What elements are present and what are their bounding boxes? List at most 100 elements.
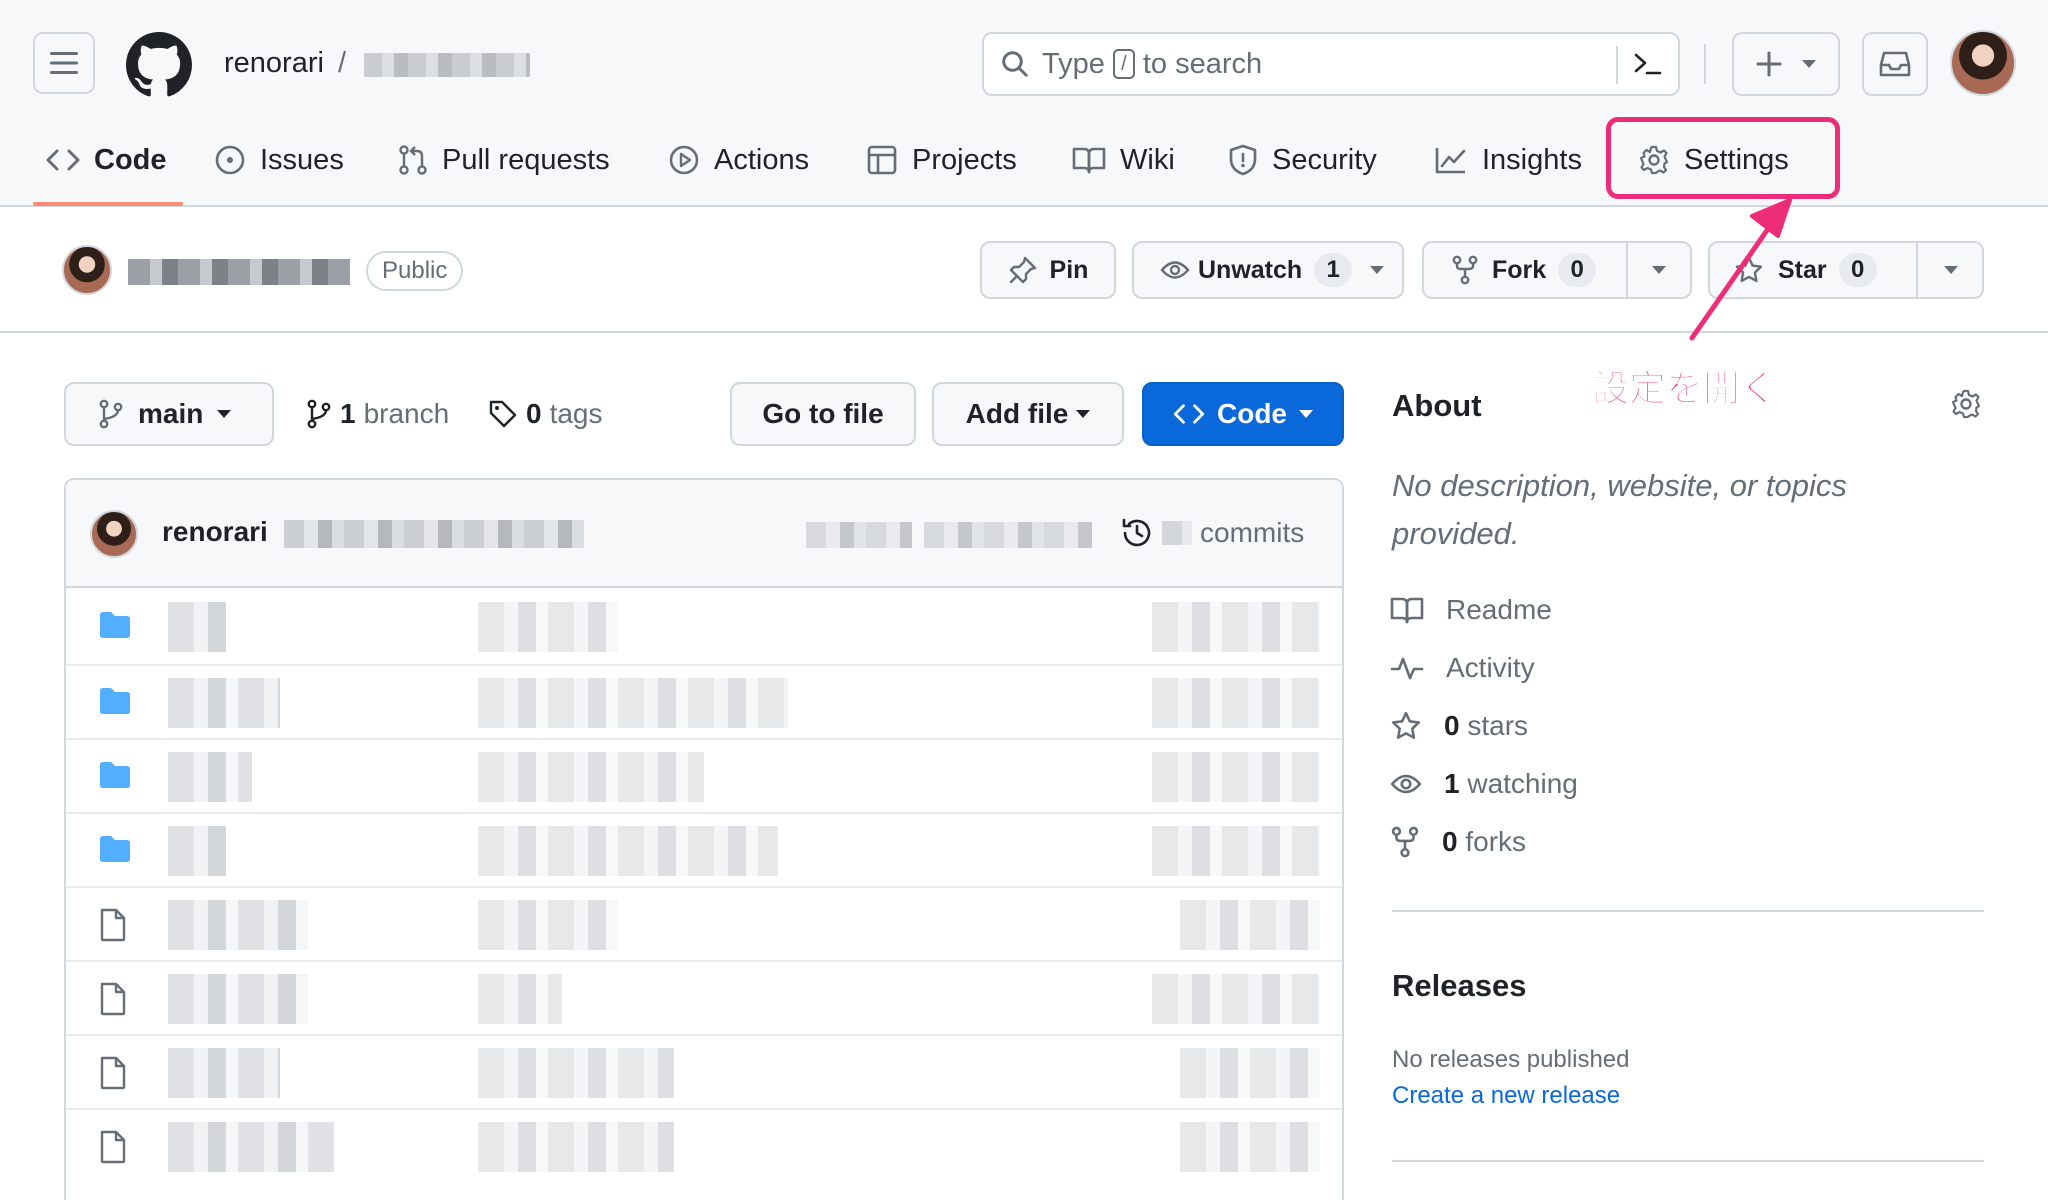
graph-icon xyxy=(1435,148,1466,174)
file-commit-message-redacted[interactable] xyxy=(478,900,618,950)
star-counter: 0 xyxy=(1838,253,1877,287)
file-date-redacted xyxy=(1152,752,1320,802)
file-commit-message-redacted[interactable] xyxy=(478,974,562,1024)
star-button[interactable]: Star 0 xyxy=(1708,241,1984,299)
code-icon xyxy=(46,149,80,171)
file-name-redacted[interactable] xyxy=(168,1122,334,1172)
user-avatar[interactable] xyxy=(1950,30,2016,96)
code-button-label: Code xyxy=(1217,398,1287,429)
folder-row[interactable] xyxy=(66,738,1342,812)
activity-link[interactable]: Activity xyxy=(1390,652,1535,684)
tab-issues-label: Issues xyxy=(260,143,344,176)
star-split-divider xyxy=(1916,243,1918,297)
caret-down-icon[interactable] xyxy=(1944,265,1958,275)
repo-owner-avatar[interactable] xyxy=(62,245,112,295)
readme-link[interactable]: Readme xyxy=(1390,594,1552,626)
search-divider xyxy=(1616,46,1618,84)
menu-button[interactable] xyxy=(33,32,95,94)
search-input[interactable]: Type / to search xyxy=(982,32,1680,96)
tag-count: 0 xyxy=(526,398,542,429)
folder-icon xyxy=(100,836,130,862)
file-commit-message-redacted[interactable] xyxy=(478,752,704,802)
go-to-file-button[interactable]: Go to file xyxy=(730,382,916,446)
visibility-badge: Public xyxy=(366,251,464,291)
file-name-redacted[interactable] xyxy=(168,1048,280,1098)
star-icon xyxy=(1735,256,1763,283)
search-shortcut-key: / xyxy=(1112,49,1135,79)
fork-split-divider xyxy=(1626,243,1628,297)
file-name-redacted[interactable] xyxy=(168,752,252,802)
file-name-redacted[interactable] xyxy=(168,900,308,950)
commits-link[interactable]: commits xyxy=(1120,516,1304,550)
file-commit-message-redacted[interactable] xyxy=(478,1048,674,1098)
commit-hash-redacted[interactable] xyxy=(806,522,912,548)
commit-author[interactable]: renorari xyxy=(162,516,268,548)
tab-wiki[interactable]: Wiki xyxy=(1072,140,1175,180)
file-commit-message-redacted[interactable] xyxy=(478,1122,674,1172)
create-release-link[interactable]: Create a new release xyxy=(1392,1082,1620,1110)
file-name-redacted[interactable] xyxy=(168,974,308,1024)
watching-label: watching xyxy=(1467,768,1578,799)
branch-selector[interactable]: main xyxy=(64,382,274,446)
add-file-button[interactable]: Add file xyxy=(932,382,1124,446)
pin-button[interactable]: Pin xyxy=(980,241,1116,299)
file-icon xyxy=(100,1056,126,1090)
tab-insights[interactable]: Insights xyxy=(1434,140,1582,180)
watching-link[interactable]: 1 watching xyxy=(1390,768,1578,800)
file-commit-message-redacted[interactable] xyxy=(478,826,778,876)
file-commit-message-redacted[interactable] xyxy=(478,678,788,728)
inbox-button[interactable] xyxy=(1862,32,1928,96)
tab-projects[interactable]: Projects xyxy=(866,140,1017,180)
commit-author-avatar[interactable] xyxy=(90,510,138,558)
caret-down-icon xyxy=(1299,410,1313,418)
unwatch-label: Unwatch xyxy=(1198,255,1303,284)
tab-security[interactable]: Security xyxy=(1228,140,1377,180)
repo-name-redacted[interactable] xyxy=(364,53,530,77)
folder-icon xyxy=(100,688,130,714)
file-commit-message-redacted[interactable] xyxy=(478,602,618,652)
owner-link[interactable]: renorari xyxy=(224,47,324,80)
folder-row[interactable] xyxy=(66,664,1342,738)
commit-message-redacted[interactable] xyxy=(284,520,584,548)
book-icon xyxy=(1072,147,1106,174)
caret-down-icon xyxy=(1076,410,1091,418)
branches-link[interactable]: 1 branch xyxy=(306,398,449,430)
folder-row[interactable] xyxy=(66,812,1342,886)
file-row[interactable] xyxy=(66,1034,1342,1108)
tab-actions-label: Actions xyxy=(714,143,810,176)
code-dropdown-button[interactable]: Code xyxy=(1142,382,1344,446)
search-suffix: to search xyxy=(1142,47,1263,80)
file-row[interactable] xyxy=(66,960,1342,1034)
file-name-redacted[interactable] xyxy=(168,602,226,652)
tab-pull-requests[interactable]: Pull requests xyxy=(398,140,610,180)
file-name-redacted[interactable] xyxy=(168,826,226,876)
command-palette-icon[interactable] xyxy=(1632,49,1664,79)
annotation-label: 設定を開く xyxy=(1592,367,1778,411)
caret-down-icon xyxy=(217,410,232,418)
fork-button[interactable]: Fork 0 xyxy=(1422,241,1692,299)
no-releases-text: No releases published xyxy=(1392,1046,1630,1073)
stars-link[interactable]: 0 stars xyxy=(1390,710,1528,742)
tags-link[interactable]: 0 tags xyxy=(488,398,603,430)
gear-icon[interactable] xyxy=(1950,388,1982,420)
repo-title-redacted[interactable] xyxy=(128,259,350,285)
tab-projects-label: Projects xyxy=(912,143,1017,176)
releases-heading[interactable]: Releases xyxy=(1392,968,1526,1004)
unwatch-button[interactable]: Unwatch 1 xyxy=(1132,241,1404,299)
tab-issues[interactable]: Issues xyxy=(214,140,344,180)
folder-icon xyxy=(100,762,130,788)
branch-name: main xyxy=(138,398,204,429)
forks-label: forks xyxy=(1465,826,1527,857)
file-name-redacted[interactable] xyxy=(168,678,280,728)
tab-actions[interactable]: Actions xyxy=(668,140,809,180)
forks-link[interactable]: 0 forks xyxy=(1390,826,1526,858)
github-logo-icon[interactable] xyxy=(126,32,192,98)
caret-down-icon[interactable] xyxy=(1652,265,1666,275)
fork-icon xyxy=(1452,255,1478,285)
file-row[interactable] xyxy=(66,886,1342,960)
file-row[interactable] xyxy=(66,1108,1342,1182)
tab-code[interactable]: Code xyxy=(46,140,167,180)
create-new-button[interactable] xyxy=(1732,32,1840,96)
folder-row[interactable] xyxy=(66,590,1342,664)
hamburger-icon xyxy=(50,52,78,74)
